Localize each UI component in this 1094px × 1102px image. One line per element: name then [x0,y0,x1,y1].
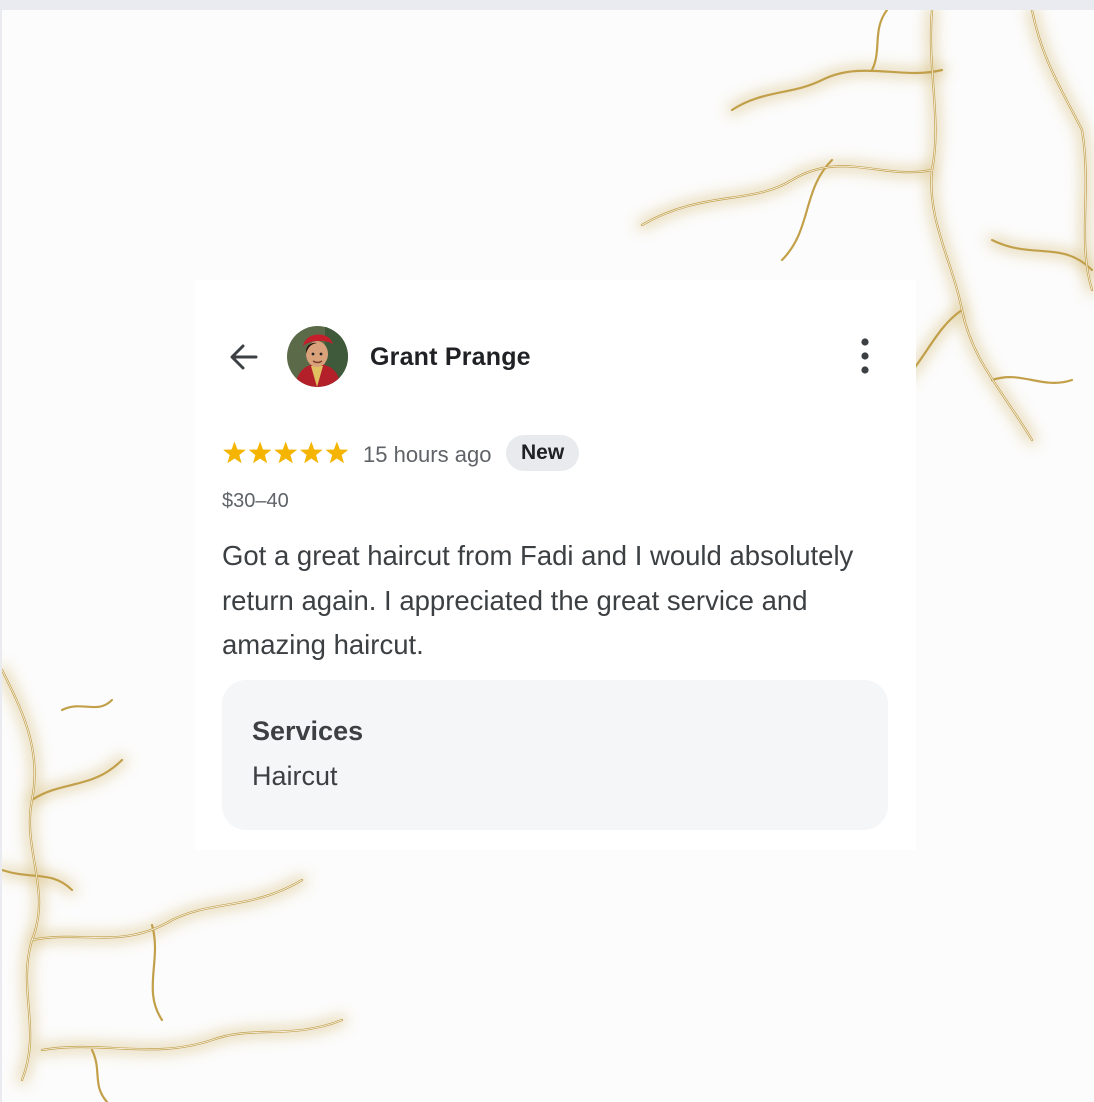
star-icon [274,441,298,464]
star-icon [299,441,323,464]
star-rating [223,441,349,464]
star-icon [325,441,349,464]
services-label: Services [252,716,364,746]
more-vert-icon [861,338,869,374]
star-icon [248,441,272,464]
avatar[interactable] [287,326,348,387]
review-meta: 15 hours ago New [222,434,822,472]
background-canvas: Grant Prange 15 hours ago New $30–40 Got… [2,10,1094,1102]
author-name[interactable]: Grant Prange [370,343,531,372]
services-value: Haircut [252,761,338,791]
back-button[interactable] [224,337,264,377]
price-range: $30–40 [222,490,289,512]
arrow-left-icon [230,344,258,370]
star-icon [223,441,246,464]
more-options-button[interactable] [850,334,880,378]
review-text: Got a great haircut from Fadi and I woul… [222,540,854,660]
review-card: Grant Prange 15 hours ago New $30–40 Got… [194,280,916,850]
services-panel: Services Haircut [222,680,888,830]
review-header: Grant Prange [194,324,916,388]
review-time: 15 hours ago [363,442,492,467]
new-badge: New [506,435,580,471]
avatar-image [287,326,348,387]
